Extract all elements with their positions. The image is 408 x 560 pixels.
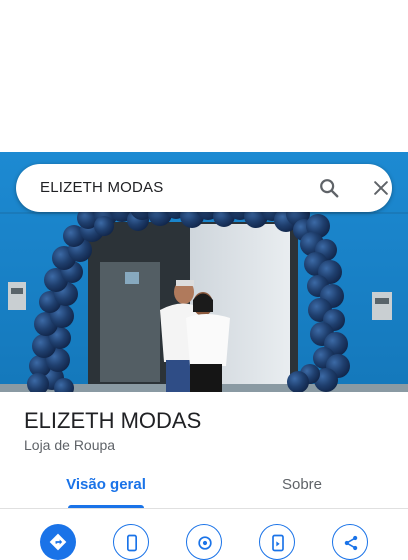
close-icon[interactable] — [371, 178, 391, 198]
tabs-divider — [0, 508, 408, 509]
call-button[interactable] — [113, 524, 149, 560]
search-bar[interactable]: ELIZETH MODAS — [16, 164, 392, 212]
send-to-phone-button[interactable] — [259, 524, 295, 560]
directions-button[interactable] — [40, 524, 76, 560]
tab-about[interactable]: Sobre — [262, 476, 342, 510]
send-to-phone-icon — [272, 534, 284, 552]
share-icon — [344, 535, 358, 551]
phone-icon — [127, 534, 137, 552]
place-category[interactable]: Loja de Roupa — [24, 437, 115, 453]
location-icon — [198, 536, 212, 550]
place-name: ELIZETH MODAS — [24, 408, 202, 433]
nearby-button[interactable] — [186, 524, 222, 560]
directions-icon — [49, 533, 67, 551]
share-button[interactable] — [332, 524, 368, 560]
blank-header-area — [0, 0, 408, 152]
search-icon[interactable] — [318, 177, 340, 199]
search-input[interactable]: ELIZETH MODAS — [40, 179, 163, 196]
